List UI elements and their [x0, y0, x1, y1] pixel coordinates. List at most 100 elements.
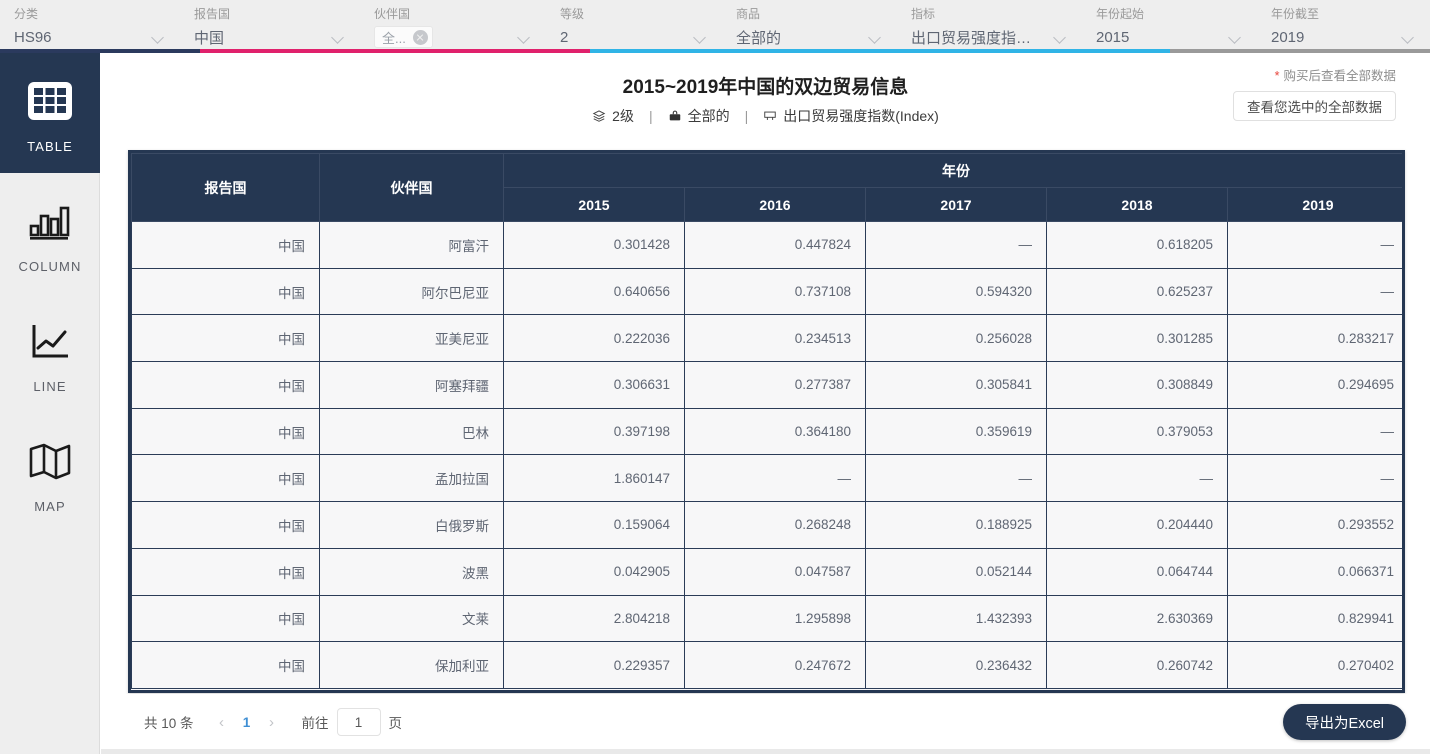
chevron-down-icon[interactable]: [152, 30, 166, 44]
sidebar-item-table[interactable]: TABLE: [0, 53, 100, 173]
export-excel-button[interactable]: 导出为Excel: [1283, 704, 1406, 740]
cell-value-2017: 0.305841: [865, 361, 1047, 409]
col-header-year-2017[interactable]: 2017: [865, 187, 1047, 222]
cell-partner: 阿尔巴尼亚: [319, 267, 504, 316]
title-block: 2015~2019年中国的双边贸易信息 2级 | 全部的 | 出口贸易强度指数(…: [101, 75, 1430, 126]
chevron-down-icon[interactable]: [1054, 30, 1068, 44]
table-icon: [22, 73, 78, 129]
filter-partner[interactable]: 伙伴国 全...: [360, 0, 546, 52]
cell-value-2018: 0.064744: [1046, 547, 1228, 596]
table-row[interactable]: 中国 阿富汗 0.301428 0.447824—0.618205—: [131, 221, 1402, 269]
data-table-container: 报告国 伙伴国 年份 2015 2016 2017 2018 2019 中国 阿富汗 0.3…: [128, 150, 1405, 693]
cell-partner: 白俄罗斯: [319, 501, 504, 549]
cell-reporter: 中国: [131, 267, 320, 316]
col-header-year-2018[interactable]: 2018: [1046, 187, 1228, 222]
filter-label: 年份起始: [1096, 7, 1145, 21]
col-header-year-2019[interactable]: 2019: [1226, 187, 1402, 222]
purchase-note: * 购买后查看全部数据: [1275, 65, 1396, 84]
chevron-down-icon[interactable]: [694, 30, 708, 44]
cell-value-2019: 0.829941: [1226, 594, 1402, 643]
table-row[interactable]: 中国 阿塞拜疆 0.306631 0.277387 0.305841 0.308849 0.…: [131, 361, 1402, 409]
chevron-down-icon[interactable]: [518, 30, 532, 44]
cell-value-2015: 0.222036: [503, 314, 685, 363]
filter-value: HS96: [14, 28, 52, 46]
filter-classification[interactable]: 分类 HS96: [0, 0, 180, 52]
view-all-data-button[interactable]: 查看您选中的全部数据: [1233, 91, 1396, 121]
main-panel: 2015~2019年中国的双边贸易信息 2级 | 全部的 | 出口贸易强度指数(…: [101, 53, 1430, 754]
filter-label: 商品: [736, 7, 761, 21]
cell-value-2017: 0.359619: [865, 407, 1047, 456]
table-footer: 共 10 条 ‹ 1 › 前往 页 导出为Excel: [101, 694, 1430, 754]
col-header-partner[interactable]: 伙伴国: [319, 153, 504, 222]
filter-year-end[interactable]: 年份截至 2019: [1257, 0, 1430, 52]
cell-reporter: 中国: [131, 314, 320, 363]
filter-bar: 分类 HS96 报告国 中国 伙伴国 全... 等级 2 商品 全部的 指标 出…: [0, 0, 1430, 52]
sidebar-item-label: TABLE: [27, 138, 73, 154]
filter-product[interactable]: 商品 全部的: [722, 0, 897, 52]
pagination-goto-input[interactable]: [336, 708, 381, 736]
col-header-year-2016[interactable]: 2016: [684, 187, 866, 222]
subtitle-product-text: 全部的: [687, 108, 730, 124]
table-row[interactable]: 中国 白俄罗斯 0.159064 0.268248 0.188925 0.204440 0.…: [131, 501, 1402, 549]
cell-reporter: 中国: [131, 594, 320, 643]
cell-value-2017: 0.236432: [865, 641, 1047, 689]
cell-reporter: 中国: [131, 407, 320, 456]
cell-value-2018: —: [1046, 454, 1228, 503]
cell-partner: 亚美尼亚: [319, 314, 504, 363]
cell-value-2018: 0.625237: [1046, 267, 1228, 316]
col-header-reporter[interactable]: 报告国: [131, 153, 320, 222]
cell-value-2018: 0.308849: [1046, 361, 1228, 409]
table-row[interactable]: 中国 阿尔巴尼亚 0.640656 0.737108 0.594320 0.625237—: [131, 267, 1402, 316]
cell-value-2016: 0.737108: [684, 267, 866, 316]
filter-reporter[interactable]: 报告国 中国: [180, 0, 360, 52]
pagination-next-button[interactable]: ›: [260, 710, 284, 734]
cell-value-2019: 0.293552: [1226, 501, 1402, 549]
filter-label: 报告国: [194, 7, 231, 21]
pagination: 共 10 条 ‹ 1 › 前往 页: [144, 708, 402, 736]
close-icon[interactable]: [412, 29, 428, 45]
cell-value-2018: 0.204440: [1046, 501, 1228, 549]
chevron-down-icon[interactable]: [332, 30, 346, 44]
cell-value-2015: 2.804218: [503, 594, 685, 643]
pagination-page-1[interactable]: 1: [234, 715, 260, 730]
sidebar-item-line[interactable]: LINE: [0, 293, 100, 413]
map-icon: [22, 433, 78, 489]
table-row[interactable]: 中国 巴林 0.397198 0.364180 0.359619 0.379053—: [131, 407, 1402, 456]
filter-level[interactable]: 等级 2: [546, 0, 722, 52]
table-row[interactable]: 中国 波黑 0.042905 0.047587 0.052144 0.064744 0.06…: [131, 547, 1402, 596]
cell-value-2015: 0.306631: [503, 361, 685, 409]
sidebar-item-column[interactable]: COLUMN: [0, 173, 100, 293]
cell-reporter: 中国: [131, 221, 320, 269]
filter-label: 分类: [14, 7, 39, 21]
sidebar-item-map[interactable]: MAP: [0, 413, 100, 533]
table-row[interactable]: 中国 孟加拉国 1.860147— — — —: [131, 454, 1402, 503]
cell-value-2016: 0.268248: [684, 501, 866, 549]
cell-reporter: 中国: [131, 361, 320, 409]
table-row[interactable]: 中国 文莱 2.804218 1.295898 1.432393 2.630369 0.82…: [131, 594, 1402, 643]
cell-value-2018: 0.379053: [1046, 407, 1228, 456]
pagination-prev-button[interactable]: ‹: [210, 710, 234, 734]
chevron-down-icon[interactable]: [1402, 30, 1416, 44]
table-row[interactable]: 中国 保加利亚 0.229357 0.247672 0.236432 0.260742 0.…: [131, 641, 1402, 689]
filter-year-start[interactable]: 年份起始 2015: [1082, 0, 1257, 52]
cell-partner: 阿塞拜疆: [319, 361, 504, 409]
filter-value: 出口贸易强度指数(Inde: [911, 29, 1044, 47]
subtitle-indicator: 出口贸易强度指数(Index): [763, 106, 939, 126]
data-table: 报告国 伙伴国 年份 2015 2016 2017 2018 2019 中国 阿富汗 0.3…: [131, 153, 1402, 689]
table-row[interactable]: 中国 亚美尼亚 0.222036 0.234513 0.256028 0.301285 0.…: [131, 314, 1402, 363]
chevron-down-icon[interactable]: [1229, 30, 1243, 44]
cell-value-2015: 0.397198: [503, 407, 685, 456]
partner-tag-chip[interactable]: 全...: [374, 26, 433, 48]
page-title: 2015~2019年中国的双边贸易信息: [622, 77, 909, 98]
cell-partner: 巴林: [319, 407, 504, 456]
chevron-down-icon[interactable]: [869, 30, 883, 44]
partner-tag-label: 全...: [382, 30, 406, 46]
cell-value-2015: 0.301428: [503, 221, 685, 269]
subtitle-separator: |: [744, 108, 749, 124]
cell-value-2015: 0.229357: [503, 641, 685, 689]
cell-value-2015: 1.860147: [503, 454, 685, 503]
col-header-year-2015[interactable]: 2015: [503, 187, 685, 222]
filter-indicator[interactable]: 指标 出口贸易强度指数(Inde: [897, 0, 1082, 52]
subtitle-product: 全部的: [668, 106, 730, 126]
asterisk-icon: *: [1274, 69, 1280, 83]
